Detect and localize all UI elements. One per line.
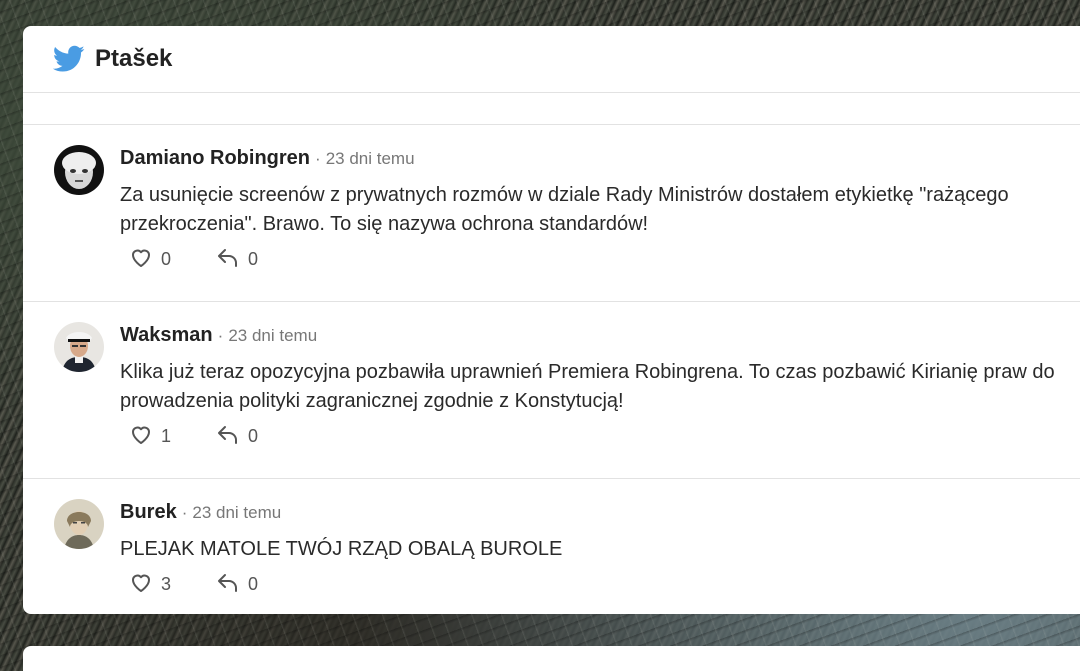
meta-separator: · xyxy=(315,149,321,168)
reply-count: 0 xyxy=(248,573,259,594)
post-item: Waksman · 23 dni temu Klika już teraz op… xyxy=(23,302,1080,479)
heart-icon xyxy=(129,246,153,273)
post-time: 23 dni temu xyxy=(228,326,318,345)
heart-icon xyxy=(129,571,153,598)
avatar[interactable] xyxy=(54,145,104,195)
like-button[interactable]: 1 xyxy=(129,423,171,450)
heart-icon xyxy=(129,423,153,450)
post-item: Damiano Robingren · 23 dni temu Za usuni… xyxy=(23,125,1080,302)
post-text: Klika już teraz opozycyjna pozbawiła upr… xyxy=(120,361,1055,412)
like-count: 1 xyxy=(161,425,172,446)
post-text: Za usunięcie screenów z prywatnych rozmó… xyxy=(120,184,1009,235)
post-time: 23 dni temu xyxy=(192,503,282,522)
post-author[interactable]: Waksman xyxy=(120,324,213,347)
like-count: 3 xyxy=(161,573,172,594)
like-button[interactable]: 3 xyxy=(129,571,171,598)
post-text: PLEJAK MATOLE TWÓJ RZĄD OBALĄ BUROLE xyxy=(120,538,563,560)
reply-icon xyxy=(216,246,240,273)
reply-icon xyxy=(216,571,240,598)
feed-header: Ptašek xyxy=(23,26,1080,93)
post-meta: Burek · 23 dni temu xyxy=(120,501,1080,527)
post-author[interactable]: Damiano Robingren xyxy=(120,147,310,170)
app-title: Ptašek xyxy=(95,45,173,72)
post-author[interactable]: Burek xyxy=(120,501,177,524)
post-actions: 0 0 xyxy=(120,244,1080,274)
like-button[interactable]: 0 xyxy=(129,246,171,273)
post-item: Burek · 23 dni temu PLEJAK MATOLE TWÓJ R… xyxy=(23,479,1080,614)
reply-button[interactable]: 0 xyxy=(216,571,258,598)
reply-button[interactable]: 0 xyxy=(216,423,258,450)
post-actions: 3 0 xyxy=(120,569,1080,599)
post-meta: Waksman · 23 dni temu xyxy=(120,324,1080,350)
next-card-edge xyxy=(23,646,1080,671)
reply-count: 0 xyxy=(248,248,259,269)
post-time: 23 dni temu xyxy=(325,149,415,168)
meta-separator: · xyxy=(181,503,188,522)
like-count: 0 xyxy=(161,248,172,269)
bird-icon xyxy=(52,45,85,73)
reply-count: 0 xyxy=(248,425,259,446)
reply-icon xyxy=(216,423,240,450)
avatar[interactable] xyxy=(54,499,104,549)
compose-area-collapsed xyxy=(23,93,1080,125)
feed-card: Ptašek Damiano Robingren · 23 dni temu Z… xyxy=(23,26,1080,614)
reply-button[interactable]: 0 xyxy=(216,246,258,273)
meta-separator: · xyxy=(217,326,224,345)
post-actions: 1 0 xyxy=(120,421,1080,451)
post-meta: Damiano Robingren · 23 dni temu xyxy=(120,147,1080,173)
avatar[interactable] xyxy=(54,322,104,372)
